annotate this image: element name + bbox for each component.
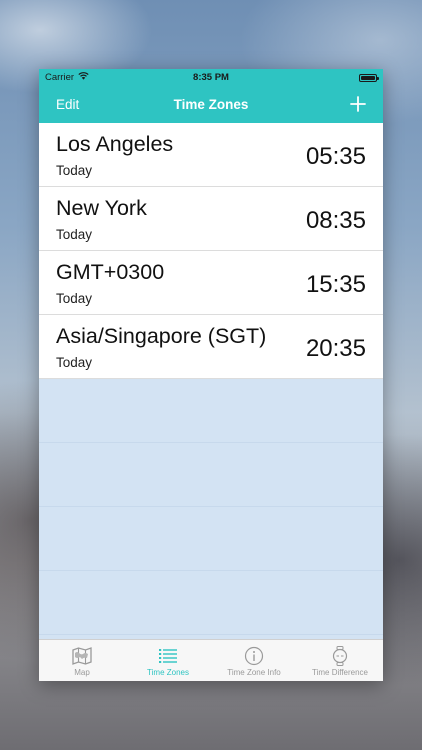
tab-label: Map: [74, 668, 90, 677]
wifi-icon: [78, 72, 89, 83]
carrier-label: Carrier: [45, 72, 75, 83]
city-name: Los Angeles: [56, 132, 174, 156]
tab-label: Time Zones: [147, 668, 189, 677]
day-label: Today: [56, 355, 93, 370]
navigation-bar: Edit Time Zones: [39, 86, 383, 123]
city-name: New York: [56, 196, 147, 220]
page-title: Time Zones: [173, 97, 249, 112]
tab-time-zones[interactable]: Time Zones: [125, 640, 211, 681]
plus-icon: [350, 95, 366, 112]
add-button[interactable]: [350, 93, 366, 117]
tab-time-zone-info[interactable]: Time Zone Info: [211, 640, 297, 681]
empty-row: [39, 571, 383, 635]
city-name: Asia/Singapore (SGT): [56, 324, 267, 348]
tab-map[interactable]: Map: [39, 640, 125, 681]
tab-label: Time Difference: [311, 668, 369, 677]
day-label: Today: [56, 227, 93, 242]
app-window: Carrier 8:35 PM Edit Time Zones Los Ange…: [39, 69, 383, 681]
local-time: 05:35: [305, 143, 366, 170]
time-zone-row[interactable]: Asia/Singapore (SGT) Today 20:35: [39, 315, 383, 379]
edit-button[interactable]: Edit: [56, 97, 79, 112]
status-time: 8:35 PM: [193, 72, 229, 83]
local-time: 15:35: [305, 271, 366, 298]
status-bar: Carrier 8:35 PM: [39, 69, 383, 86]
empty-row: [39, 507, 383, 571]
status-left: Carrier: [45, 72, 89, 83]
list-icon: [159, 649, 177, 663]
local-time: 20:35: [305, 335, 366, 362]
empty-list-area: [39, 379, 383, 639]
day-label: Today: [56, 163, 93, 178]
tab-label: Time Zone Info: [227, 668, 281, 677]
time-zone-list: Los Angeles Today 05:35 New York Today 0…: [39, 123, 383, 379]
empty-row: [39, 379, 383, 443]
battery-icon: [359, 73, 379, 82]
local-time: 08:35: [305, 207, 366, 234]
time-zone-row[interactable]: Los Angeles Today 05:35: [39, 123, 383, 187]
city-name: GMT+0300: [56, 260, 165, 284]
time-zone-row[interactable]: New York Today 08:35: [39, 187, 383, 251]
tab-time-difference[interactable]: Time Difference: [297, 640, 383, 681]
info-icon: [244, 646, 264, 666]
day-label: Today: [56, 291, 93, 306]
watch-icon: [332, 646, 348, 666]
tab-bar: Map Time Zones Time Zone Info Time Diffe…: [39, 639, 383, 681]
empty-row: [39, 443, 383, 507]
time-zone-row[interactable]: GMT+0300 Today 15:35: [39, 251, 383, 315]
map-icon: [72, 647, 92, 665]
